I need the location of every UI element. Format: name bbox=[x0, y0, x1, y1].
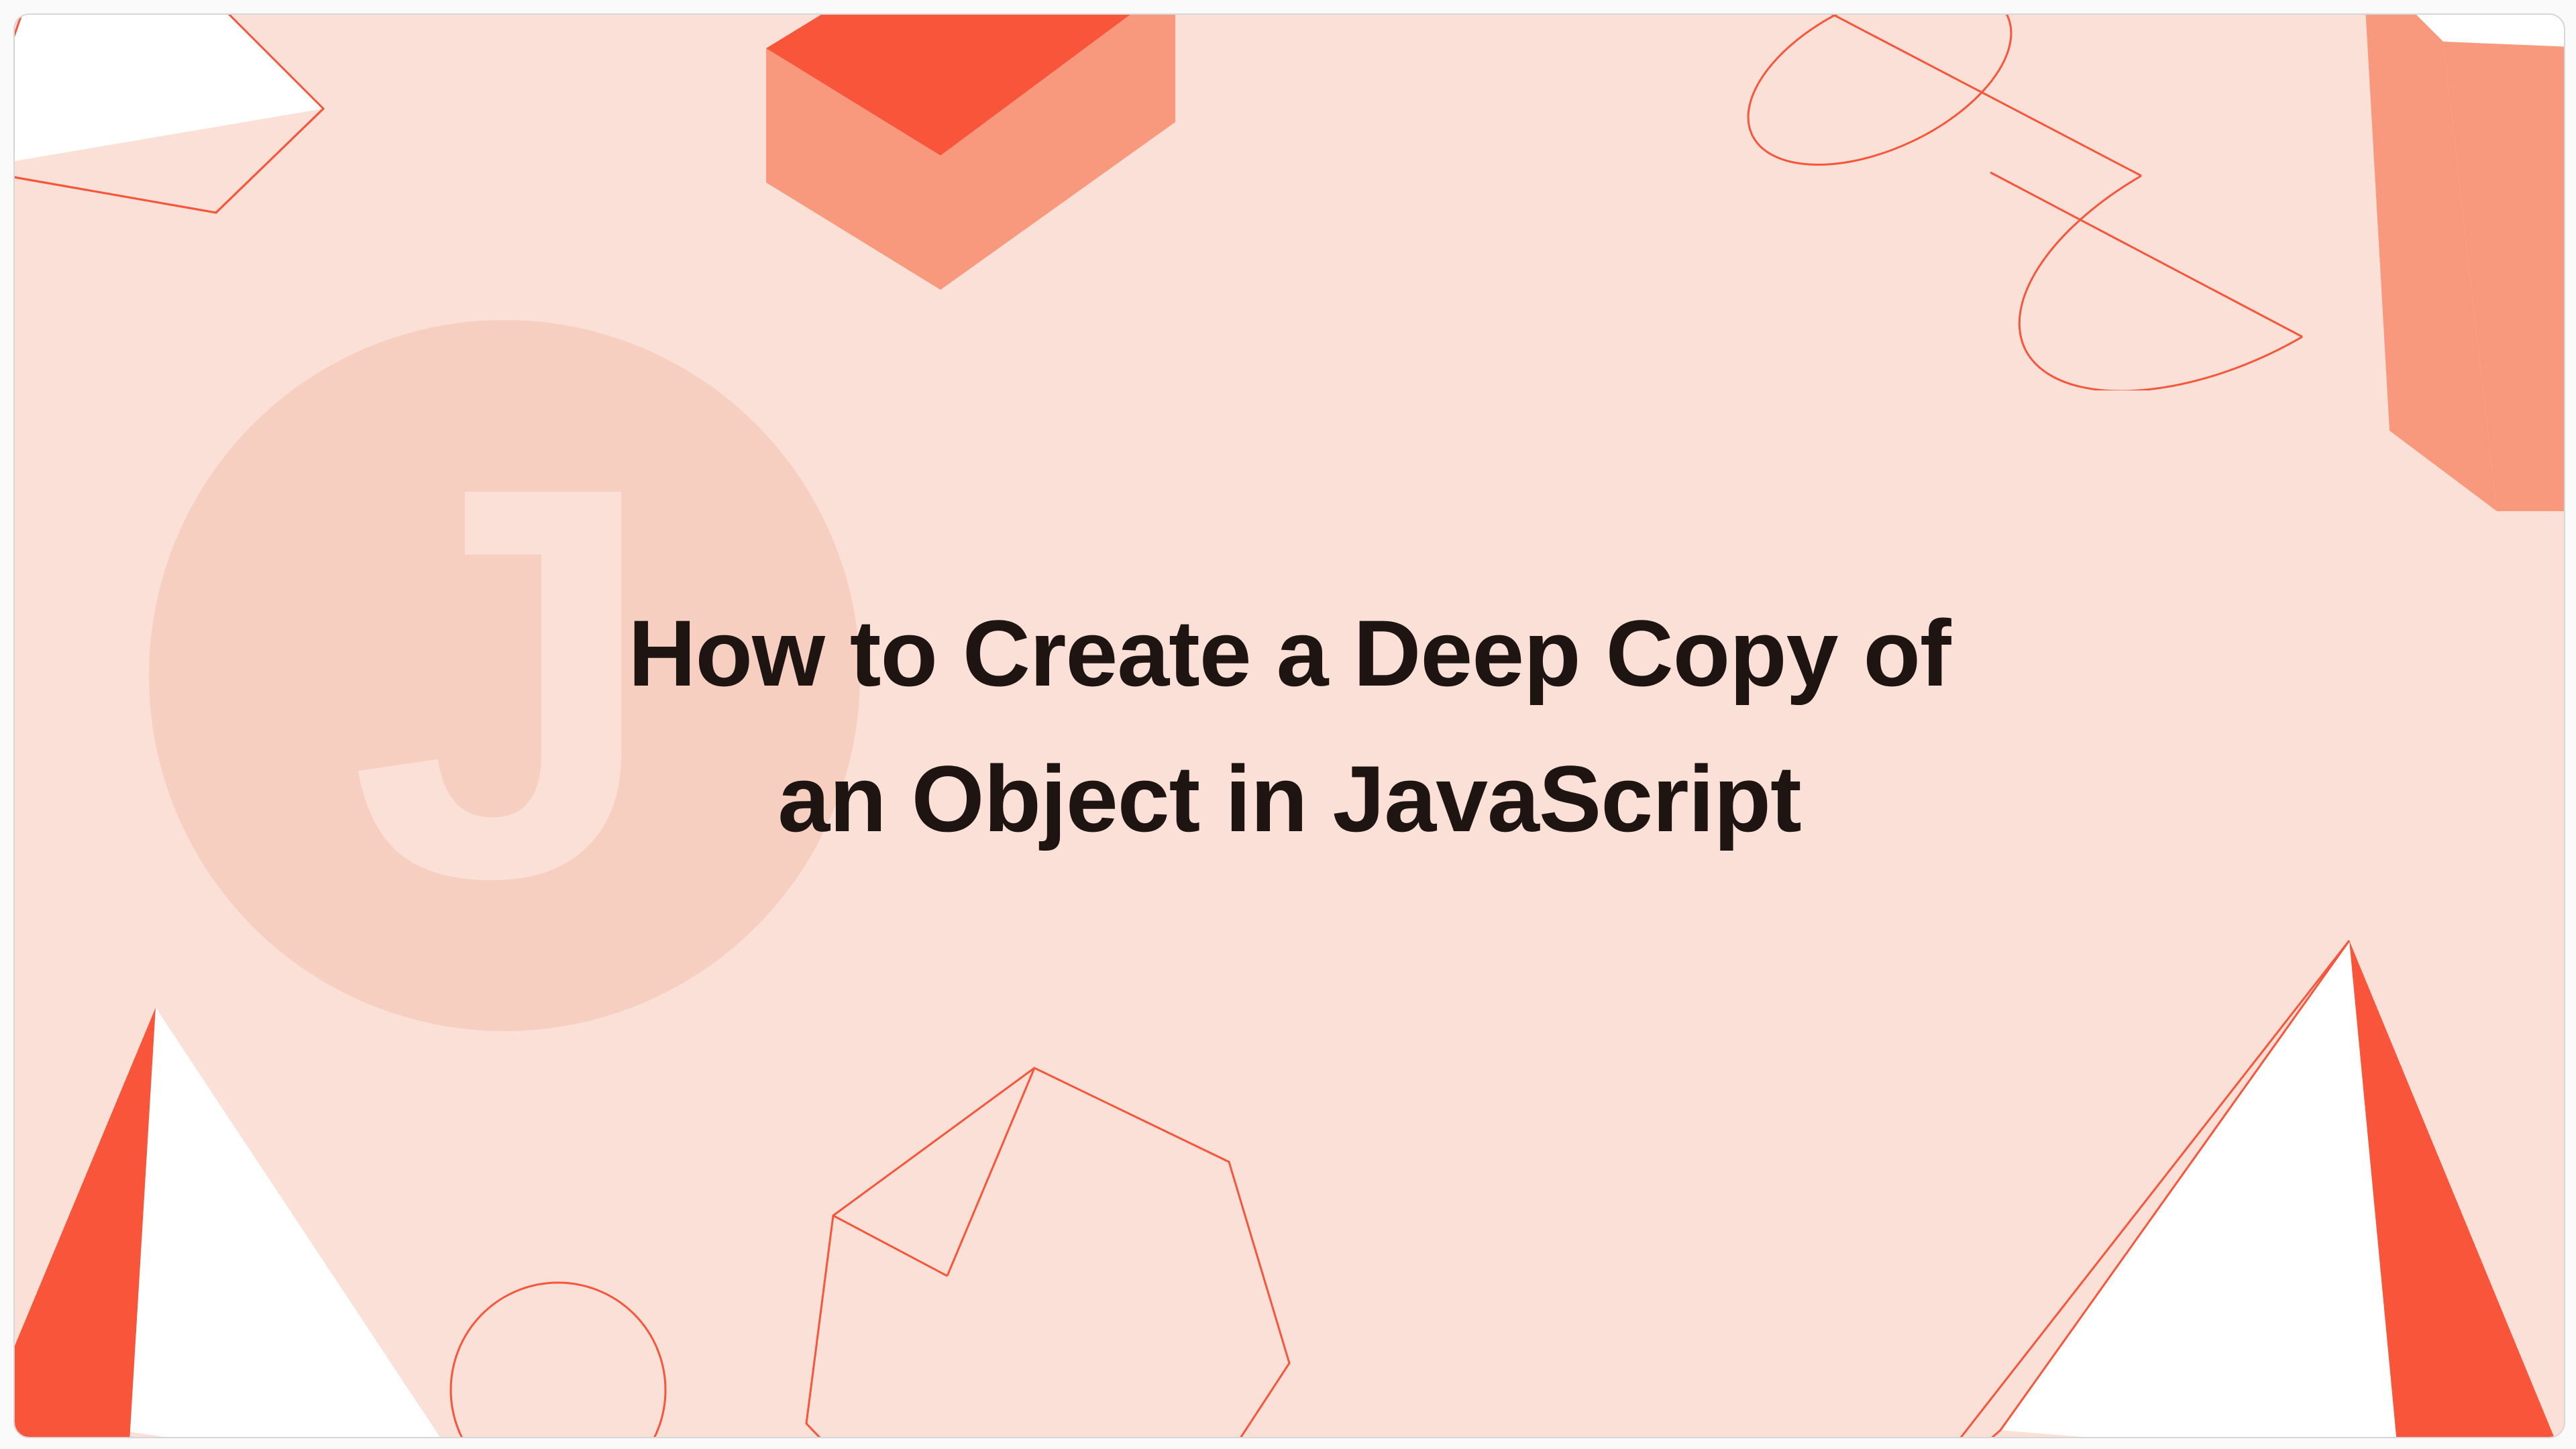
hero-card: J bbox=[13, 13, 2565, 1438]
title-wrap: How to Create a Deep Copy of an Object i… bbox=[15, 15, 2564, 1437]
page-title: How to Create a Deep Copy of an Object i… bbox=[427, 580, 2151, 871]
